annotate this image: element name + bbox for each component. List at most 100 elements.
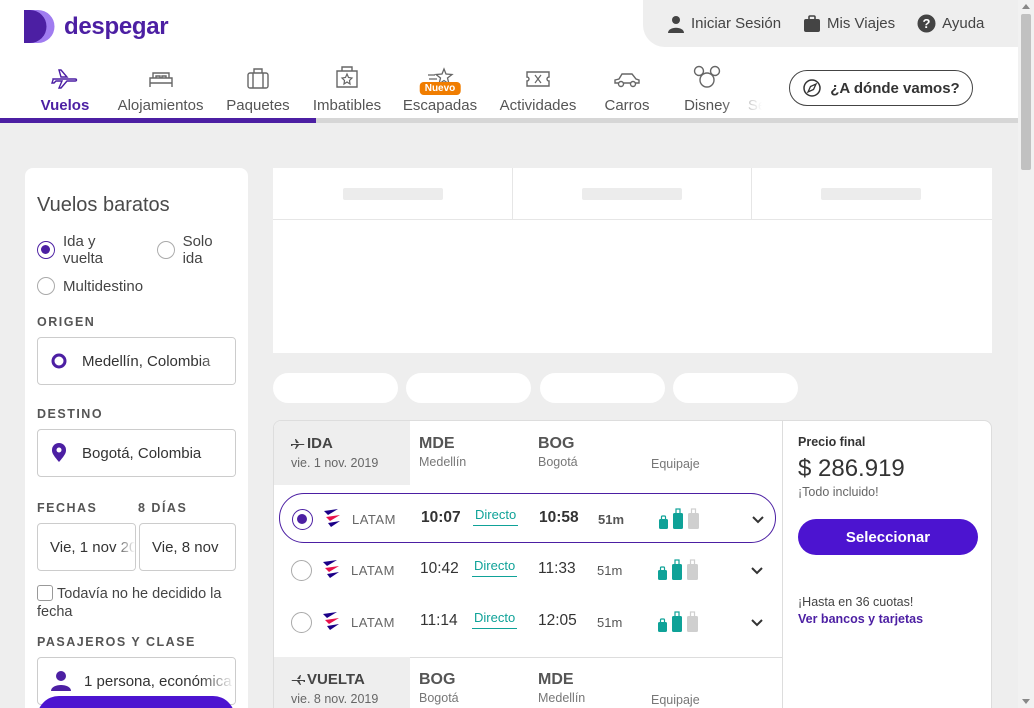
departure-date-input[interactable]: Vie, 1 nov 2019 [37, 523, 136, 571]
installments-text: ¡Hasta en 36 cuotas! [798, 595, 914, 609]
stops-label[interactable]: Directo [472, 610, 518, 629]
map-pin-icon [52, 443, 66, 462]
destination-label: DESTINO [37, 407, 104, 421]
round-trip-radio[interactable] [37, 241, 55, 259]
compass-icon [803, 79, 822, 97]
airline-name: LATAM AIRLINES [351, 563, 397, 578]
star-tag-icon [336, 66, 358, 88]
origin-city: Medellín [419, 455, 467, 469]
skeleton-bar [821, 188, 921, 200]
equipment-label: Equipaje [651, 457, 700, 471]
arrival-time: 11:33 [538, 560, 576, 577]
nav-item-actividades[interactable]: Actividades [499, 58, 577, 118]
departure-plane-icon [291, 438, 305, 449]
filter-pill-skeleton [673, 373, 798, 403]
departure-time: 10:42 [420, 560, 459, 577]
origin-code: MDE [419, 435, 455, 452]
flight-duration: 51m [597, 615, 623, 630]
where-to-button[interactable]: ¿A dónde vamos? [789, 70, 973, 106]
latam-logo-icon [321, 558, 341, 587]
flight-option-row[interactable]: LATAM AIRLINES 10:42 Directo 11:33 51m [279, 545, 776, 595]
stops-label[interactable]: Directo [472, 558, 518, 577]
one-way-radio[interactable] [156, 241, 175, 259]
nav-progress-fill [0, 118, 316, 123]
site-header: despegar Iniciar Sesión Mis Viajes ? Ayu… [0, 0, 1018, 123]
all-included-note: ¡Todo incluido! [798, 485, 879, 499]
destination-code: BOG [538, 435, 575, 452]
nav-label: Alojamientos [117, 97, 204, 114]
return-date: vie. 8 nov. 2019 [291, 692, 379, 706]
nav-item-escapadas[interactable]: Nuevo Escapadas [381, 58, 499, 118]
scroll-down-arrow-icon[interactable] [1022, 699, 1030, 704]
bed-icon [148, 72, 173, 87]
flight-duration: 51m [597, 563, 623, 578]
new-badge: Nuevo [419, 82, 461, 95]
return-header: VUELTA vie. 8 nov. 2019 BOG Bogotá MDE M… [274, 657, 782, 708]
my-trips-link[interactable]: Mis Viajes [803, 14, 895, 33]
nav-item-vuelos[interactable]: Vuelos [0, 58, 130, 118]
origin-input[interactable]: Medellín, Colombia [37, 337, 236, 385]
nav-label: Carros [604, 97, 650, 114]
trip-type-row: Ida y vuelta Solo ida [37, 233, 236, 267]
flight-select-radio[interactable] [291, 560, 312, 581]
departure-time: 11:14 [420, 612, 458, 629]
skeleton-bar [582, 188, 682, 200]
arrival-time: 12:05 [538, 612, 577, 629]
scrollbar-thumb[interactable] [1021, 14, 1031, 170]
chevron-down-icon[interactable] [750, 615, 764, 633]
days-label: 8 DÍAS [138, 501, 188, 515]
nav-item-imbatibles[interactable]: Imbatibles [313, 58, 381, 118]
brand-name: despegar [64, 12, 169, 40]
nav-label: Vuelos [40, 97, 90, 114]
undecided-checkbox[interactable] [37, 585, 53, 601]
dates-row: Vie, 1 nov 2019 Vie, 8 nov [37, 523, 236, 571]
flight-option-row[interactable]: LATAM AIRLINES 11:14 Directo 12:05 51m [279, 597, 776, 647]
return-date-value: Vie, 8 nov [152, 538, 219, 556]
nav-progress-bar [0, 118, 1018, 123]
car-icon [614, 73, 640, 88]
filter-pill-skeleton [406, 373, 531, 403]
return-date-input[interactable]: Vie, 8 nov [139, 523, 236, 571]
outbound-tab: IDA vie. 1 nov. 2019 [274, 421, 410, 485]
nav-item-alojamientos[interactable]: Alojamientos [118, 58, 203, 118]
sidebar-title: Vuelos baratos [37, 194, 170, 216]
dates-header: FECHAS 8 DÍAS [37, 501, 236, 515]
flight-option-row[interactable]: LATAM AIRLINES 10:07 Directo 10:58 51m [279, 493, 776, 543]
latam-logo-icon [322, 507, 342, 536]
flight-duration: 51m [598, 512, 625, 527]
skeleton-bar [343, 188, 443, 200]
latam-logo-icon [321, 610, 341, 639]
login-link[interactable]: Iniciar Sesión [667, 15, 781, 33]
nav-item-paquetes[interactable]: Paquetes [203, 58, 313, 118]
origin-circle-icon [51, 353, 67, 369]
nav-item-carros[interactable]: Carros [577, 58, 677, 118]
origin-code: BOG [419, 671, 456, 688]
page-scrollbar[interactable] [1018, 0, 1034, 708]
baggage-icon [656, 559, 702, 586]
flight-select-radio[interactable] [291, 612, 312, 633]
help-icon: ? [917, 14, 936, 33]
baggage-icon [656, 611, 702, 638]
destination-value: Bogotá, Colombia [82, 444, 202, 462]
despegar-logo[interactable]: despegar [24, 10, 169, 43]
final-price-amount: $ 286.919 [798, 455, 905, 482]
chevron-down-icon[interactable] [751, 512, 765, 530]
departure-time: 10:07 [421, 509, 461, 526]
select-flight-button[interactable]: Seleccionar [798, 519, 978, 555]
stops-label[interactable]: Directo [473, 507, 519, 526]
destination-input[interactable]: Bogotá, Colombia [37, 429, 236, 477]
dates-label: FECHAS [37, 501, 98, 515]
outbound-origin: MDE Medellín [419, 435, 466, 469]
multi-destination-radio[interactable] [37, 277, 55, 295]
chevron-down-icon[interactable] [750, 563, 764, 581]
help-link[interactable]: ? Ayuda [917, 14, 984, 33]
final-price-label: Precio final [798, 435, 866, 449]
flight-select-radio[interactable] [292, 509, 313, 530]
origin-label: ORIGEN [37, 315, 96, 329]
account-bar: Iniciar Sesión Mis Viajes ? Ayuda [643, 0, 1018, 47]
undecided-label: Todavía no he decidido la fecha [37, 586, 222, 620]
search-button[interactable] [37, 696, 235, 708]
suitcase-icon [247, 68, 269, 89]
banks-cards-link[interactable]: Ver bancos y tarjetas [798, 612, 923, 626]
scroll-up-arrow-icon[interactable] [1022, 4, 1030, 9]
